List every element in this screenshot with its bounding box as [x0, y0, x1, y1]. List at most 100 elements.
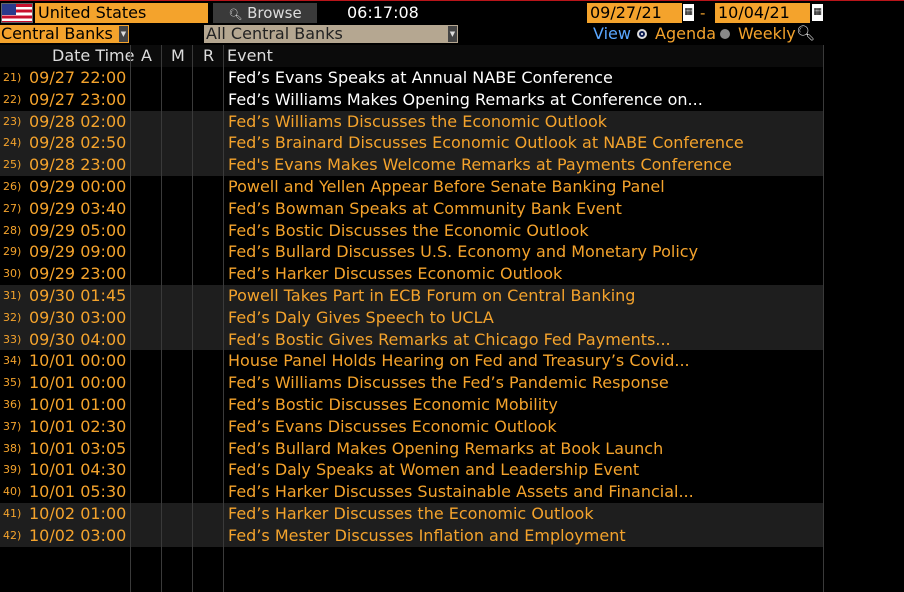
table-row[interactable]: 31) 09/30 01:45 Powell Takes Part in ECB F… [0, 284, 824, 307]
row-event[interactable]: Fed's Evans Makes Welcome Remarks at Pay… [228, 154, 732, 176]
row-datetime: 09/29 09:00 [29, 242, 127, 262]
row-number: 21) [3, 71, 22, 84]
column-divider [161, 45, 162, 592]
row-event[interactable]: Powell and Yellen Appear Before Senate B… [228, 176, 665, 198]
row-event[interactable]: Fed’s Bostic Discusses Economic Mobility [228, 394, 558, 416]
row-event[interactable]: Powell Takes Part in ECB Forum on Centra… [228, 285, 635, 307]
bank-filter-label: All Central Banks [206, 24, 343, 43]
row-event[interactable]: Fed’s Evans Discusses Economic Outlook [228, 416, 557, 438]
table-row[interactable]: 39) 10/01 04:30 Fed’s Daly Speaks at Women… [0, 459, 824, 481]
row-number: 40) [3, 485, 22, 499]
table-row[interactable]: 27) 09/29 03:40 Fed’s Bowman Speaks at Com… [0, 198, 824, 220]
table-row[interactable]: 37) 10/01 02:30 Fed’s Evans Discusses Econ… [0, 416, 824, 438]
row-event[interactable]: Fed’s Bullard Discusses U.S. Economy and… [228, 241, 698, 263]
weekly-option-label[interactable]: Weekly [738, 24, 796, 44]
row-datetime: 10/01 03:05 [29, 438, 127, 458]
column-header-m[interactable]: M [171, 45, 185, 67]
table-row[interactable]: 23) 09/28 02:00 Fed’s Williams Discusses t… [0, 110, 824, 133]
row-number: 24) [3, 136, 22, 150]
row-datetime: 10/01 00:00 [29, 373, 127, 393]
table-row[interactable]: 30) 09/29 23:00 Fed’s Harker Discusses Eco… [0, 263, 824, 285]
row-datetime: 09/28 02:00 [29, 111, 127, 131]
row-event[interactable]: Fed’s Brainard Discusses Economic Outloo… [228, 132, 744, 154]
table-row[interactable]: 25) 09/28 23:00 Fed's Evans Makes Welcome … [0, 154, 824, 176]
agenda-radio[interactable] [637, 29, 647, 39]
table-row[interactable]: 22) 09/27 23:00 Fed’s Williams Makes Openi… [0, 89, 824, 111]
row-number: 42) [3, 528, 22, 542]
row-number: 39) [3, 463, 22, 477]
column-divider [823, 45, 824, 592]
chevron-down-icon[interactable]: ▼ [119, 26, 128, 42]
row-event[interactable]: Fed’s Harker Discusses Sustainable Asset… [228, 481, 694, 503]
row-number: 38) [3, 441, 22, 455]
row-datetime: 09/30 04:00 [29, 329, 127, 349]
browse-button[interactable]: 🔍︎ Browse [213, 3, 317, 23]
column-header-event[interactable]: Event [227, 45, 273, 67]
table-row[interactable]: 32) 09/30 03:00 Fed’s Daly Gives Speech to… [0, 306, 824, 329]
row-event[interactable]: House Panel Holds Hearing on Fed and Tre… [228, 350, 690, 372]
table-row[interactable]: 35) 10/01 00:00 Fed’s Williams Discusses t… [0, 372, 824, 394]
table-row[interactable]: 28) 09/29 05:00 Fed’s Bostic Discusses the… [0, 220, 824, 242]
row-event[interactable]: Fed’s Harker Discusses Economic Outlook [228, 263, 562, 285]
browse-label: Browse [247, 4, 302, 22]
row-datetime: 09/27 23:00 [29, 89, 127, 109]
row-event[interactable]: Fed’s Harker Discusses the Economic Outl… [228, 503, 594, 525]
country-selector[interactable]: United States [35, 3, 208, 23]
row-datetime: 09/29 03:40 [29, 198, 127, 218]
row-datetime: 10/01 02:30 [29, 416, 127, 436]
row-event[interactable]: Fed’s Bostic Gives Remarks at Chicago Fe… [228, 329, 671, 351]
row-event[interactable]: Fed’s Williams Discusses the Fed’s Pande… [228, 372, 669, 394]
weekly-radio[interactable] [720, 29, 730, 39]
row-event[interactable]: Fed’s Bostic Discusses the Economic Outl… [228, 220, 589, 242]
table-row[interactable]: 38) 10/01 03:05 Fed’s Bullard Makes Openin… [0, 438, 824, 460]
table-row[interactable]: 36) 10/01 01:00 Fed’s Bostic Discusses Eco… [0, 394, 824, 416]
end-date-field[interactable]: 10/04/21 [715, 3, 810, 23]
row-event[interactable]: Fed’s Bowman Speaks at Community Bank Ev… [228, 198, 622, 220]
row-datetime: 10/01 01:00 [29, 394, 127, 414]
column-header-datetime[interactable]: Date Time [52, 45, 134, 67]
table-row[interactable]: 34) 10/01 00:00 House Panel Holds Hearing … [0, 350, 824, 372]
row-number: 25) [3, 158, 22, 172]
row-event[interactable]: Fed’s Williams Makes Opening Remarks at … [228, 89, 703, 111]
column-header-r[interactable]: R [203, 45, 214, 67]
column-divider [192, 45, 193, 592]
country-label: United States [38, 3, 147, 22]
row-datetime: 09/28 02:50 [29, 133, 127, 153]
table-row[interactable]: 21) 09/27 22:00 Fed’s Evans Speaks at Annu… [0, 67, 824, 89]
row-number: 26) [3, 179, 22, 193]
row-number: 34) [3, 354, 22, 368]
row-datetime: 09/28 23:00 [29, 155, 127, 175]
row-number: 41) [3, 506, 22, 520]
row-event[interactable]: Fed’s Daly Speaks at Women and Leadershi… [228, 459, 639, 481]
row-datetime: 09/30 01:45 [29, 285, 127, 305]
calendar-icon[interactable]: ▦ [812, 4, 823, 21]
start-date-field[interactable]: 09/27/21 [587, 3, 682, 23]
bank-filter-selector[interactable]: All Central Banks ▼ [204, 25, 458, 43]
table-row[interactable]: 33) 09/30 04:00 Fed’s Bostic Gives Remarks… [0, 328, 824, 351]
row-event[interactable]: Fed’s Mester Discusses Inflation and Emp… [228, 525, 626, 547]
row-event[interactable]: Fed’s Bullard Makes Opening Remarks at B… [228, 438, 663, 460]
column-header-a[interactable]: A [141, 45, 152, 67]
table-row[interactable]: 29) 09/29 09:00 Fed’s Bullard Discusses U.… [0, 241, 824, 263]
row-event[interactable]: Fed’s Williams Discusses the Economic Ou… [228, 111, 607, 133]
table-row[interactable]: 42) 10/02 03:00 Fed’s Mester Discusses Inf… [0, 524, 824, 547]
row-datetime: 09/29 23:00 [29, 264, 127, 284]
calendar-icon[interactable]: ▦ [683, 4, 694, 21]
magnifier-icon: 🔍︎ [228, 8, 243, 21]
row-event[interactable]: Fed’s Daly Gives Speech to UCLA [228, 307, 494, 329]
row-datetime: 09/27 22:00 [29, 68, 127, 87]
chevron-down-icon[interactable]: ▼ [448, 26, 457, 42]
table-row[interactable]: 24) 09/28 02:50 Fed’s Brainard Discusses E… [0, 132, 824, 155]
row-event[interactable]: Fed’s Evans Speaks at Annual NABE Confer… [228, 67, 613, 89]
table-row[interactable]: 40) 10/01 05:30 Fed’s Harker Discusses Sus… [0, 481, 824, 503]
column-divider [130, 45, 131, 592]
clock: 06:17:08 [347, 3, 419, 22]
table-row[interactable]: 41) 10/02 01:00 Fed’s Harker Discusses the… [0, 502, 824, 525]
region-label: Central Banks [1, 25, 113, 43]
region-selector[interactable]: Central Banks ▼ [0, 25, 129, 43]
zoom-in-icon[interactable]: 🔍︎ [796, 24, 816, 42]
agenda-option-label[interactable]: Agenda [655, 24, 716, 44]
date-separator: - [700, 4, 706, 22]
row-number: 30) [3, 267, 22, 281]
table-row[interactable]: 26) 09/29 00:00 Powell and Yellen Appear B… [0, 176, 824, 198]
